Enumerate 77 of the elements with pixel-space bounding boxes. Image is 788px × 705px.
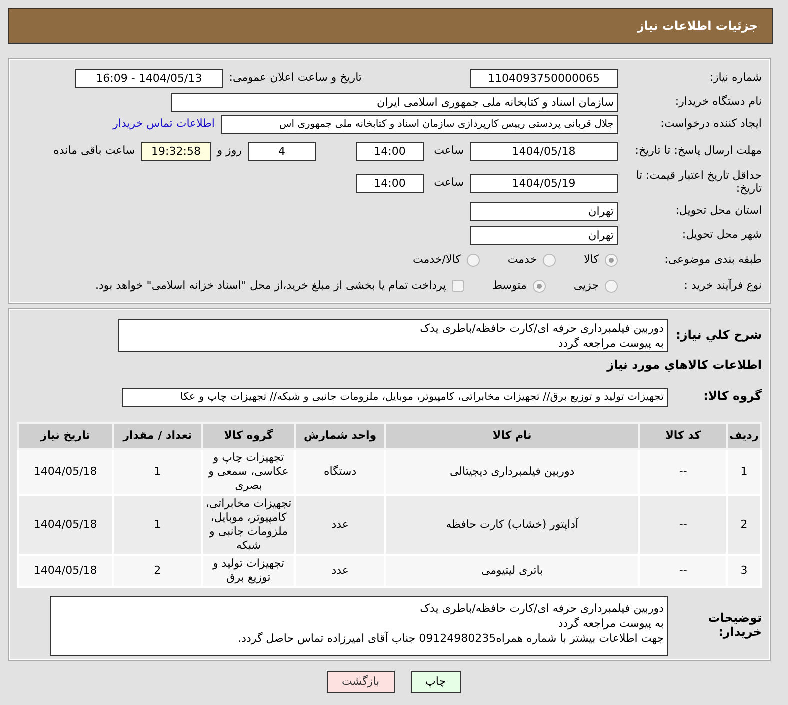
date-field: 1404/05/18 bbox=[470, 142, 618, 160]
remaining-label: ساعت باقی مانده bbox=[54, 142, 136, 159]
field-label: شرح کلي نياز: bbox=[675, 328, 762, 342]
description-field: دوربین فیلمبرداری حرفه ای/کارت حافظه/باطری یدک به پیوست مراجعه گردد bbox=[118, 319, 668, 352]
table-cell: 1 bbox=[727, 449, 761, 495]
field-label: تاریخ و ساعت اعلان عمومی: bbox=[229, 70, 362, 86]
column-header: کد کالا bbox=[639, 423, 728, 449]
table-cell: آداپتور (خشاب) کارت حافظه bbox=[385, 495, 640, 555]
creator-field: جلال قربانی پردستی رییس کارپردازی سازمان اسناد و کتابخانه ملی جمهوری اس bbox=[221, 114, 618, 134]
radio-button[interactable] bbox=[466, 254, 480, 266]
table-cell: تجهیزات مخابراتی، کامپیوتر، موبایل، ملزومات جانبی و شبکه bbox=[202, 495, 296, 555]
column-header: ردیف bbox=[727, 423, 761, 449]
field-label: شماره نیاز: bbox=[708, 72, 762, 84]
table-cell: باتری لیتیومی bbox=[385, 555, 640, 587]
buyer-org-field: سازمان اسناد و کتابخانه ملی جمهوری اسلامی ایران bbox=[171, 92, 618, 112]
remaining-time-field: 19:32:58 bbox=[141, 142, 212, 160]
table-cell: تجهیزات چاپ و عکاسی، سمعی و بصری bbox=[202, 449, 296, 495]
print-button[interactable]: چاپ bbox=[410, 671, 462, 693]
checkbox[interactable] bbox=[452, 280, 464, 292]
radio-button[interactable] bbox=[532, 280, 546, 292]
table-cell: دوربین فیلمبرداری دیجیتالی bbox=[385, 449, 640, 495]
treasury-note: پرداخت تمام یا بخشی از مبلغ خرید،از محل "اسناد خزانه اسلامی" خواهد بود. bbox=[96, 278, 446, 294]
option-label: کالا bbox=[584, 252, 599, 268]
column-header: تاریخ نیاز bbox=[18, 423, 114, 449]
table-cell: عدد bbox=[295, 555, 386, 587]
time-label: ساعت bbox=[433, 174, 464, 191]
radio-button[interactable] bbox=[605, 254, 618, 266]
option-label: کالا/خدمت bbox=[413, 252, 461, 268]
field-label: شهر محل تحویل: bbox=[681, 228, 762, 242]
province-field: تهران bbox=[470, 202, 618, 220]
field-label: توضیحات خریدار: bbox=[707, 612, 762, 640]
table-cell: 2 bbox=[727, 495, 761, 555]
city-field: تهران bbox=[470, 226, 618, 244]
table-cell: 1404/05/18 bbox=[18, 555, 114, 587]
field-label: نوع فرآیند خرید : bbox=[683, 280, 762, 292]
table-cell: -- bbox=[639, 449, 728, 495]
section-title: اطلاعات کالاهاي مورد نياز bbox=[607, 357, 762, 374]
column-header: تعداد / مقدار bbox=[113, 423, 202, 449]
time-field: 14:00 bbox=[356, 142, 424, 160]
back-button[interactable]: بازگشت bbox=[326, 671, 395, 693]
table-cell: تجهیزات تولید و توزیع برق bbox=[202, 555, 296, 587]
buyer-notes-field: دوربین فیلمبرداری حرفه ای/کارت حافظه/باطری یدک به پیوست مراجعه گردد جهت اطلاعات بیشتر با شماره همراه09124980235 جناب آقای امیرزاده تماس حاصل گردد. bbox=[50, 596, 668, 656]
option-label: متوسط bbox=[492, 278, 527, 294]
field-label: نام دستگاه خریدار: bbox=[674, 96, 762, 108]
date-field: 1404/05/19 bbox=[470, 174, 618, 192]
radio-button[interactable] bbox=[543, 254, 556, 266]
table-cell: -- bbox=[639, 555, 728, 587]
column-header: واحد شمارش bbox=[295, 423, 386, 449]
table-cell: عدد bbox=[295, 495, 386, 555]
column-header: گروه کالا bbox=[202, 423, 296, 449]
table-cell: 1 bbox=[113, 495, 202, 555]
table-cell: دستگاه bbox=[295, 449, 386, 495]
table-cell: 3 bbox=[727, 555, 761, 587]
need-number-field: 1104093750000065 bbox=[470, 68, 618, 88]
time-field: 14:00 bbox=[356, 174, 424, 192]
field-label: گروه کالا: bbox=[702, 390, 762, 404]
field-label: طبقه بندی موضوعی: bbox=[664, 254, 762, 266]
table-cell: 2 bbox=[113, 555, 202, 587]
radio-button[interactable] bbox=[605, 280, 618, 292]
field-label: ایجاد کننده درخواست: bbox=[660, 118, 762, 130]
table-cell: 1404/05/18 bbox=[18, 449, 114, 495]
announce-date-field: 1404/05/13 - 16:09 bbox=[75, 68, 224, 88]
field-label: حداقل تاریخ اعتبار قیمت: تا تاریخ: bbox=[635, 170, 762, 196]
days-field: 4 bbox=[248, 142, 316, 160]
option-label: خدمت bbox=[508, 252, 538, 268]
buyer-contact-link[interactable]: اطلاعات تماس خریدار bbox=[113, 116, 215, 132]
table-cell: 1 bbox=[113, 449, 202, 495]
time-label: ساعت bbox=[433, 142, 464, 159]
field-label: استان محل تحویل: bbox=[674, 204, 762, 218]
goods-group-field: تجهیزات تولید و توزیع برق// تجهیزات مخابراتی، کامپیوتر، موبایل، ملزومات جانبی و شبکه// تجهیزات چاپ و عکا bbox=[122, 388, 668, 406]
option-label: جزیی bbox=[574, 278, 599, 294]
days-label: روز و bbox=[217, 142, 242, 159]
column-header: نام کالا bbox=[385, 423, 640, 449]
table-cell: -- bbox=[639, 495, 728, 555]
table-cell: 1404/05/18 bbox=[18, 495, 114, 555]
page-title: جزئیات اطلاعات نیاز bbox=[8, 8, 773, 44]
field-label: مهلت ارسال پاسخ: تا تاریخ: bbox=[634, 144, 762, 158]
